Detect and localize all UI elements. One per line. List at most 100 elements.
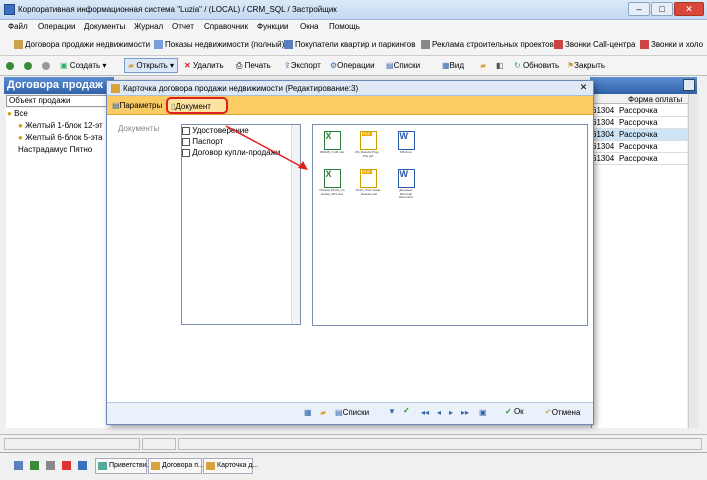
folder-icon[interactable]: ▰	[320, 408, 326, 417]
menu-help[interactable]: Помощь	[329, 22, 360, 31]
taskbar-welcome[interactable]: Приветстви...	[95, 458, 152, 474]
tab-parameters[interactable]: ▤Параметры	[112, 101, 162, 110]
minimize-button[interactable]: ‒	[628, 2, 650, 16]
operations-button[interactable]: ⚙Операции	[330, 61, 375, 70]
section-title-bar	[590, 77, 697, 94]
print-button[interactable]: ⎙ Печать	[236, 61, 271, 71]
dialog-body: Документы Удостоверение Паспорт Договор …	[108, 116, 592, 402]
node-icon: ●	[18, 121, 23, 130]
shortcut-sales-contracts[interactable]: Договора продажи недвижимости	[14, 40, 150, 49]
quick-icon[interactable]	[14, 461, 23, 470]
tool-icon: ◧	[496, 61, 504, 70]
shortcut-showings[interactable]: Показы недвижимости (полный)	[154, 40, 284, 49]
table-row[interactable]: 61304 Рассрочка	[592, 105, 688, 117]
view-button[interactable]: ▦Вид	[442, 61, 464, 70]
table-row[interactable]: 61304 Рассрочка	[592, 117, 688, 129]
table-row-selected[interactable]: 61304 Рассрочка	[592, 129, 688, 141]
window-icon	[98, 462, 107, 470]
close-module-button[interactable]: ⚑Закрыть	[567, 61, 605, 70]
create-button[interactable]: ▣ Создать ▾	[60, 61, 106, 70]
grid-header: Форма оплаты	[592, 94, 688, 104]
menu-documents[interactable]: Документы	[84, 22, 125, 31]
nav-forward-icon[interactable]	[24, 62, 32, 70]
check-icon: ✓	[505, 407, 512, 416]
ok-button[interactable]: ✓ Ок	[505, 407, 524, 416]
export-button[interactable]: ⇪Экспорт	[284, 61, 321, 70]
quick-icon[interactable]	[62, 461, 71, 470]
open-button[interactable]: ▰ Открыть ▾	[124, 58, 179, 73]
view-icon: ▦	[442, 61, 450, 70]
status-panel	[142, 438, 176, 450]
tool-button[interactable]: ◧	[496, 61, 504, 70]
folder-icon	[151, 462, 160, 470]
table-row[interactable]: 61304 Рассрочка	[592, 153, 688, 165]
shortcut-advertising[interactable]: Реклама строительных проектов	[421, 40, 554, 49]
params-icon: ▤	[112, 101, 120, 110]
close-button[interactable]: ✕	[674, 2, 704, 16]
cancel-button[interactable]: ↶Отмена	[545, 408, 580, 417]
dialog-tabs: ▤Параметры ▯Документ	[107, 96, 593, 115]
status-panel	[178, 438, 702, 450]
status-bar	[0, 434, 707, 452]
dialog-icon	[111, 84, 120, 93]
menu-report[interactable]: Отчет	[172, 22, 194, 31]
shortcut-calls-cold[interactable]: Звонки и холо	[640, 40, 703, 49]
taskbar-contracts[interactable]: Договора п...	[148, 458, 204, 474]
quick-icon[interactable]	[46, 461, 55, 470]
menu-windows[interactable]: Окна	[300, 22, 319, 31]
node-icon: ●	[7, 109, 12, 118]
menu-file[interactable]: Файл	[8, 22, 28, 31]
list-icon: ▤	[335, 408, 343, 417]
check-icon[interactable]: ✓	[403, 406, 410, 415]
menu-journal[interactable]: Журнал	[134, 22, 163, 31]
section-title: Договора продаж	[4, 77, 114, 94]
table-row[interactable]: 61304 Рассрочка	[592, 141, 688, 153]
menu-operations[interactable]: Операции	[38, 22, 75, 31]
tree-item[interactable]: ● Желтый 6-блок 5-эта	[18, 133, 103, 142]
contract-icon	[14, 40, 23, 49]
quick-icon[interactable]	[78, 461, 87, 470]
tree-item[interactable]: ● Желтый 1-блок 12-эт	[18, 121, 103, 130]
new-doc-icon: ▣	[60, 61, 68, 70]
next-record-icon[interactable]: ▸	[449, 408, 453, 417]
refresh-button[interactable]: ↻ Обновить	[514, 61, 559, 70]
action-toolbar: ▣ Создать ▾ ▰ Открыть ▾ ✕ Удалить ⎙ Печа…	[0, 56, 707, 76]
save-icon[interactable]: ▣	[479, 408, 487, 417]
grid-scrollbar[interactable]	[688, 94, 698, 428]
first-record-icon[interactable]: ◂◂	[421, 408, 429, 417]
folder-button[interactable]: ▰	[480, 61, 486, 70]
menu-functions[interactable]: Функции	[257, 22, 289, 31]
tree-item[interactable]: ● Все	[7, 109, 28, 118]
delete-button[interactable]: ✕ Удалить	[184, 61, 223, 70]
column-header-payment[interactable]: Форма оплаты	[628, 95, 682, 104]
dialog-close-button[interactable]: ✕	[577, 82, 590, 94]
shortcut-buyers[interactable]: Покупатели квартир и паркингов	[284, 40, 415, 49]
shortcut-toolbar: Договора продажи недвижимости Показы нед…	[0, 34, 707, 56]
view-icon[interactable]: ▦	[304, 408, 312, 417]
prev-record-icon[interactable]: ◂	[437, 408, 441, 417]
stop-icon[interactable]	[42, 62, 50, 70]
section-menu-icon[interactable]	[683, 79, 695, 91]
title-bar: Корпоративная информационная система "Lu…	[0, 0, 707, 20]
advertising-icon	[421, 40, 430, 49]
tree-item[interactable]: Настрадамус Пятно	[18, 145, 92, 154]
lists-button[interactable]: ▤Списки	[386, 61, 420, 70]
quick-icon[interactable]	[30, 461, 39, 470]
showing-icon	[154, 40, 163, 49]
shortcut-callcenter[interactable]: Звонки Call-центра	[554, 40, 635, 49]
maximize-button[interactable]: □	[651, 2, 673, 16]
refresh-icon: ↻	[514, 61, 521, 70]
taskbar-card[interactable]: Карточка д...	[203, 458, 258, 474]
last-record-icon[interactable]: ▸▸	[461, 408, 469, 417]
lists-button[interactable]: ▤Списки	[335, 408, 369, 417]
tab-document[interactable]: ▯Документ	[166, 97, 228, 114]
contract-card-dialog: Карточка договора продажи недвижимости (…	[106, 80, 594, 425]
filter-dropdown[interactable]: Объект продажи	[6, 95, 110, 107]
nav-back-icon[interactable]	[6, 62, 14, 70]
menu-reference[interactable]: Справочник	[204, 22, 248, 31]
window-title: Корпоративная информационная система "Lu…	[18, 5, 337, 14]
dialog-title: Карточка договора продажи недвижимости (…	[123, 84, 359, 93]
filter-icon[interactable]: ▼	[388, 407, 396, 416]
contracts-grid: Форма оплаты 61304 Рассрочка 61304 Рассроч…	[591, 94, 688, 428]
delete-icon: ✕	[184, 61, 191, 70]
